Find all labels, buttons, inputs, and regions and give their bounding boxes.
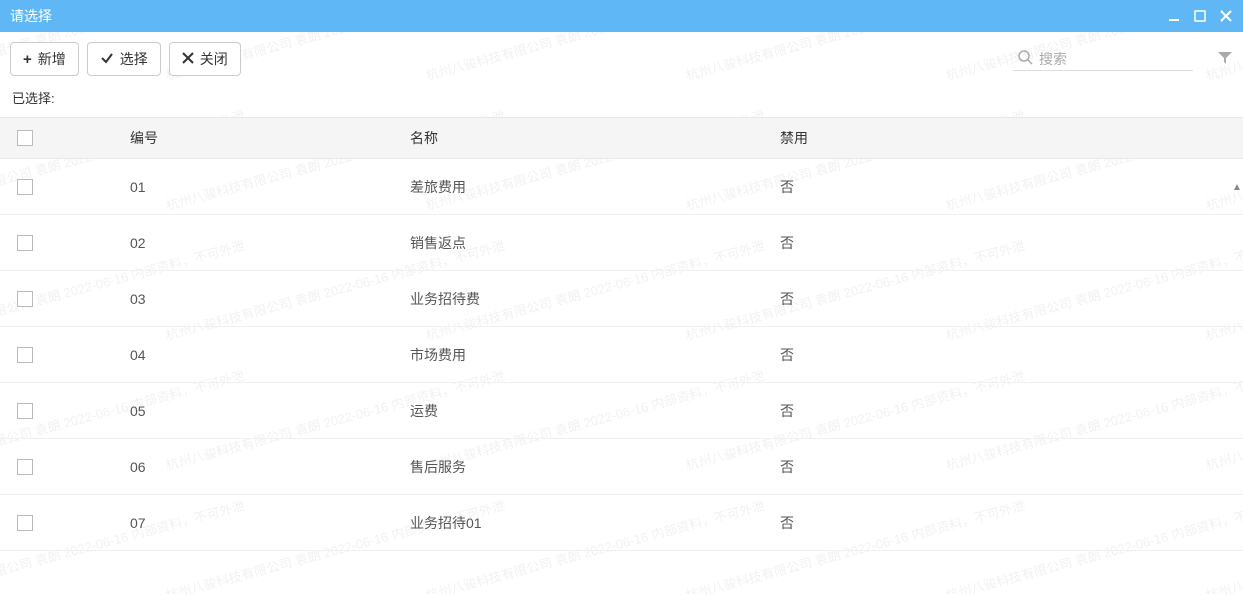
cell-code: 02	[50, 235, 410, 251]
search-box[interactable]	[1013, 47, 1193, 71]
cell-code: 01	[50, 179, 410, 195]
header-disabled: 禁用	[780, 128, 1243, 148]
cell-name: 销售返点	[410, 233, 780, 253]
x-icon	[182, 52, 194, 67]
window-controls	[1167, 9, 1233, 23]
row-checkbox[interactable]	[17, 347, 33, 363]
check-icon	[100, 51, 114, 68]
select-all-checkbox[interactable]	[17, 130, 33, 146]
cell-code: 03	[50, 291, 410, 307]
header-code: 编号	[50, 128, 410, 148]
row-checkbox[interactable]	[17, 515, 33, 531]
maximize-icon[interactable]	[1193, 9, 1207, 23]
cell-code: 07	[50, 515, 410, 531]
table-row[interactable]: 07业务招待01否	[0, 495, 1243, 551]
cell-disabled: 否	[780, 345, 1243, 365]
select-button[interactable]: 选择	[87, 42, 161, 76]
table-row[interactable]: 03业务招待费否	[0, 271, 1243, 327]
cell-name: 售后服务	[410, 457, 780, 477]
cell-code: 06	[50, 459, 410, 475]
cell-name: 市场费用	[410, 345, 780, 365]
table-row[interactable]: 02销售返点否	[0, 215, 1243, 271]
cell-name: 业务招待费	[410, 289, 780, 309]
header-name: 名称	[410, 128, 780, 148]
plus-icon: +	[23, 52, 32, 67]
search-input[interactable]	[1039, 51, 1189, 67]
table-body: 01差旅费用否02销售返点否03业务招待费否04市场费用否05运费否06售后服务…	[0, 159, 1243, 597]
add-button[interactable]: + 新增	[10, 42, 79, 76]
cell-disabled: 否	[780, 177, 1243, 197]
table-row[interactable]: 04市场费用否	[0, 327, 1243, 383]
row-checkbox[interactable]	[17, 179, 33, 195]
selected-label: 已选择:	[0, 82, 1243, 117]
cell-code: 05	[50, 403, 410, 419]
select-button-label: 选择	[120, 49, 148, 69]
row-checkbox[interactable]	[17, 403, 33, 419]
titlebar: 请选择	[0, 0, 1243, 32]
cell-disabled: 否	[780, 233, 1243, 253]
add-button-label: 新增	[38, 49, 66, 69]
cell-name: 运费	[410, 401, 780, 421]
search-icon	[1017, 49, 1033, 68]
cell-disabled: 否	[780, 401, 1243, 421]
row-checkbox[interactable]	[17, 291, 33, 307]
cell-name: 差旅费用	[410, 177, 780, 197]
table-row[interactable]: 01差旅费用否	[0, 159, 1243, 215]
close-button[interactable]: 关闭	[169, 42, 241, 76]
cell-disabled: 否	[780, 457, 1243, 477]
cell-disabled: 否	[780, 289, 1243, 309]
cell-disabled: 否	[780, 513, 1243, 533]
table-row[interactable]: 06售后服务否	[0, 439, 1243, 495]
cell-code: 04	[50, 347, 410, 363]
row-checkbox[interactable]	[17, 459, 33, 475]
table-row[interactable]: 05运费否	[0, 383, 1243, 439]
window-title: 请选择	[10, 6, 52, 26]
cell-name: 业务招待01	[410, 513, 780, 533]
minimize-icon[interactable]	[1167, 9, 1181, 23]
close-button-label: 关闭	[200, 49, 228, 69]
row-checkbox[interactable]	[17, 235, 33, 251]
toolbar: + 新增 选择 关闭	[0, 32, 1243, 82]
table-header: 编号 名称 禁用	[0, 117, 1243, 159]
filter-icon[interactable]	[1217, 50, 1233, 69]
close-icon[interactable]	[1219, 9, 1233, 23]
